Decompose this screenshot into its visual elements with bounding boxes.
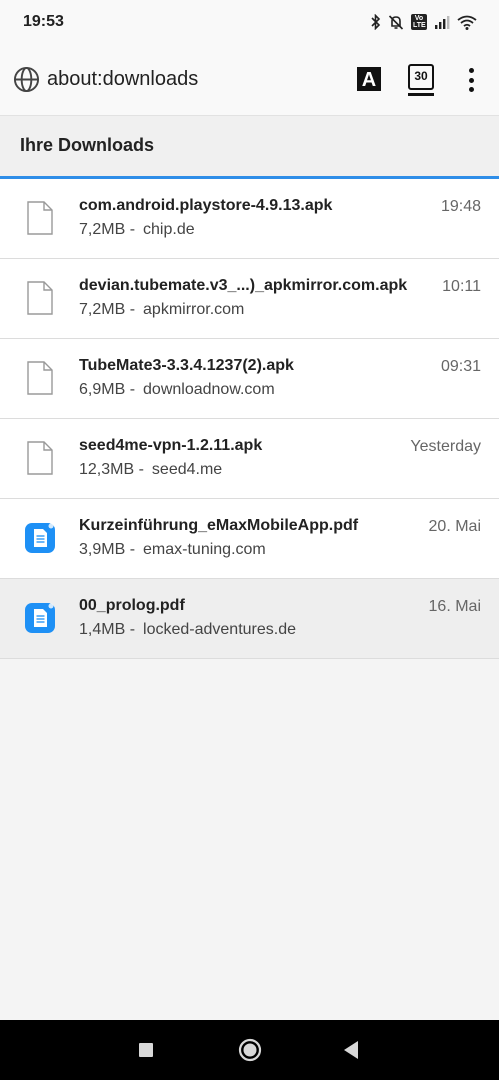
download-meta: 3,9MB - emax-tuning.com: [79, 541, 266, 559]
download-source: downloadnow.com: [143, 381, 275, 398]
file-icon: [27, 361, 53, 395]
download-meta: 7,2MB - chip.de: [79, 221, 195, 239]
download-meta: 12,3MB - seed4.me: [79, 461, 222, 479]
tab-counter-underline: [408, 93, 434, 96]
back-button[interactable]: [343, 1040, 359, 1060]
reader-mode-icon[interactable]: A: [357, 67, 381, 91]
status-icons: Vo LTE: [371, 14, 477, 30]
page-title: Ihre Downloads: [20, 135, 155, 155]
status-bar: 19:53 Vo LTE: [0, 0, 499, 44]
alarm-off-icon: [388, 15, 404, 30]
home-button[interactable]: [238, 1038, 262, 1062]
wifi-icon: [457, 15, 477, 30]
globe-icon[interactable]: [13, 66, 40, 93]
download-item[interactable]: TubeMate3-3.3.4.1237(2).apk 6,9MB - downl…: [0, 339, 499, 419]
download-size: 7,2MB -: [79, 221, 136, 238]
download-meta: 7,2MB - apkmirror.com: [79, 301, 244, 319]
download-source: chip.de: [143, 221, 195, 238]
volte-icon: Vo LTE: [411, 14, 427, 30]
document-app-icon: [25, 603, 55, 633]
download-size: 6,9MB -: [79, 381, 136, 398]
download-size: 1,4MB -: [79, 621, 136, 638]
download-item[interactable]: Kurzeinführung_eMaxMobileApp.pdf 3,9MB -…: [0, 499, 499, 579]
download-size: 12,3MB -: [79, 461, 144, 478]
status-time: 19:53: [23, 13, 64, 30]
download-source: apkmirror.com: [143, 301, 245, 318]
download-item[interactable]: 00_prolog.pdf 1,4MB - locked-adventures.d…: [0, 579, 499, 659]
download-name: Kurzeinführung_eMaxMobileApp.pdf: [79, 517, 359, 534]
system-nav-bar: [0, 1020, 499, 1080]
download-time: Yesterday: [410, 438, 481, 455]
download-time: 20. Mai: [428, 518, 481, 535]
download-meta: 1,4MB - locked-adventures.de: [79, 621, 296, 639]
download-time: 16. Mai: [428, 598, 481, 615]
download-name: devian.tubemate.v3_...)_apkmirror.com.ap…: [79, 277, 408, 294]
download-size: 3,9MB -: [79, 541, 136, 558]
download-item[interactable]: devian.tubemate.v3_...)_apkmirror.com.ap…: [0, 259, 499, 339]
download-item[interactable]: com.android.playstore-4.9.13.apk 7,2MB -…: [0, 179, 499, 259]
url-bar[interactable]: about:downloads: [47, 68, 198, 91]
download-meta: 6,9MB - downloadnow.com: [79, 381, 275, 399]
document-app-icon: [25, 523, 55, 553]
download-time: 09:31: [440, 358, 481, 375]
downloads-header: Ihre Downloads: [0, 116, 499, 176]
downloads-list: com.android.playstore-4.9.13.apk 7,2MB -…: [0, 179, 499, 659]
tab-counter-button[interactable]: 30: [408, 64, 434, 90]
download-time: 10:11: [442, 278, 481, 295]
file-icon: [27, 441, 53, 475]
file-icon: [27, 281, 53, 315]
download-source: seed4.me: [151, 461, 223, 478]
recents-button[interactable]: [139, 1043, 153, 1057]
download-name: com.android.playstore-4.9.13.apk: [79, 197, 333, 214]
bluetooth-icon: [371, 14, 381, 30]
browser-toolbar: about:downloads A 30: [0, 44, 499, 116]
download-name: TubeMate3-3.3.4.1237(2).apk: [79, 357, 294, 374]
download-name: seed4me-vpn-1.2.11.apk: [79, 437, 263, 454]
download-name: 00_prolog.pdf: [79, 597, 185, 614]
file-icon: [27, 201, 53, 235]
overflow-menu-icon[interactable]: [463, 68, 479, 92]
download-source: locked-adventures.de: [143, 621, 296, 638]
signal-icon: [435, 16, 450, 29]
download-size: 7,2MB -: [79, 301, 136, 318]
download-item[interactable]: seed4me-vpn-1.2.11.apk 12,3MB - seed4.me …: [0, 419, 499, 499]
download-time: 19:48: [440, 198, 481, 215]
download-source: emax-tuning.com: [143, 541, 266, 558]
